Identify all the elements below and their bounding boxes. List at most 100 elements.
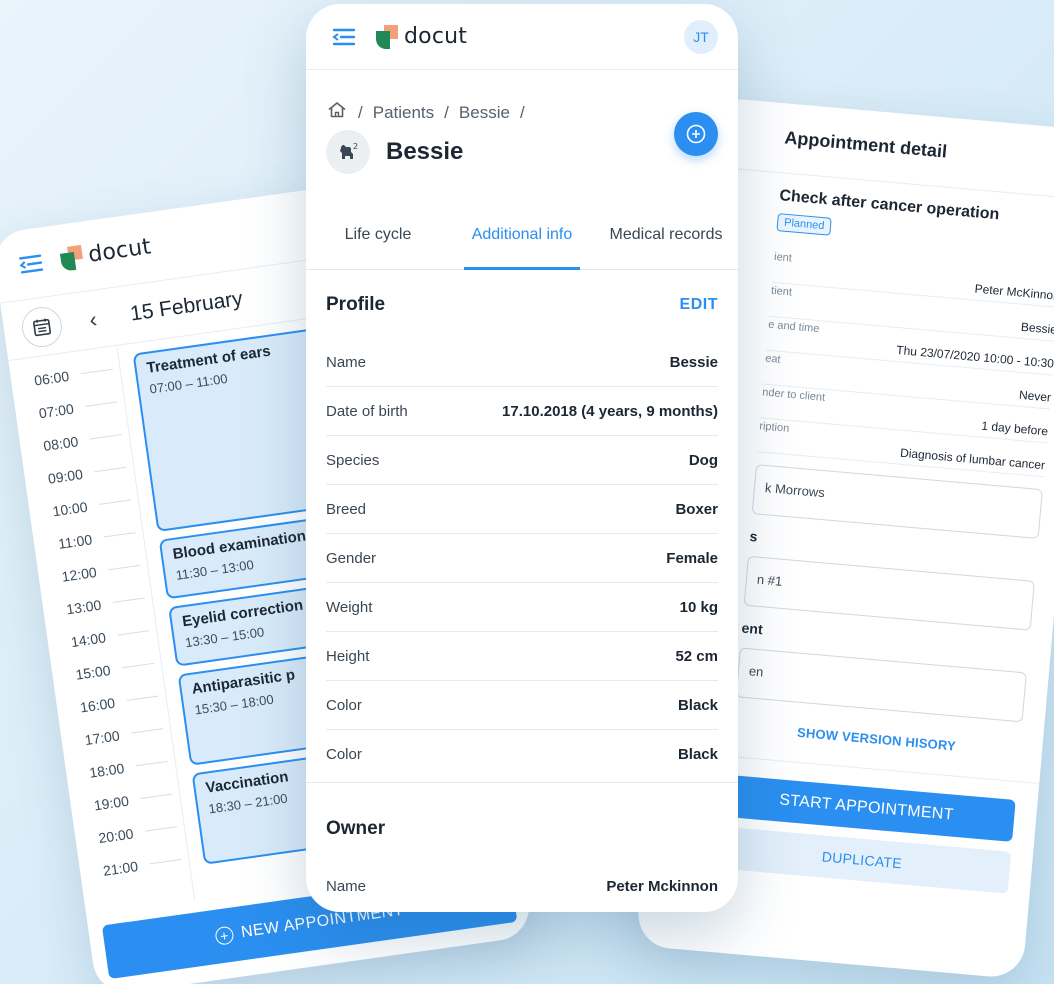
owner-section: Owner Name Peter Mckinnon — [326, 796, 718, 911]
profile-key: Color — [326, 746, 362, 763]
time-label: 10:00 — [51, 498, 89, 519]
divider — [306, 782, 738, 783]
calendar-button[interactable] — [19, 304, 65, 350]
profile-value: 52 cm — [675, 647, 718, 665]
logo: docut — [376, 24, 467, 49]
owner-row: Name Peter Mckinnon — [326, 862, 718, 911]
tab-bar: Life cycle Additional info Medical recor… — [306, 200, 738, 270]
show-version-history-link[interactable]: SHOW VERSION HISORY — [732, 719, 1020, 759]
profile-key: Name — [326, 353, 367, 371]
menu-icon[interactable] — [330, 23, 358, 51]
profile-value: Dog — [688, 451, 718, 469]
time-tick — [126, 695, 159, 701]
time-label: 14:00 — [69, 628, 107, 650]
profile-row: Gender Female — [326, 534, 718, 583]
breadcrumb-patients[interactable]: Patients — [373, 103, 434, 123]
calendar-icon — [32, 318, 51, 336]
time-label: 19:00 — [92, 792, 130, 813]
profile-value: Black — [677, 746, 718, 763]
time-label: 06:00 — [33, 367, 71, 389]
home-icon[interactable] — [326, 99, 348, 126]
page-title: Bessie — [386, 138, 464, 165]
add-button[interactable] — [674, 112, 718, 156]
add-circle-icon — [686, 124, 706, 144]
time-label: 13:00 — [65, 596, 103, 617]
time-label: 09:00 — [46, 465, 84, 487]
appointment-details: ient Peter McKinnon tient Bessie e and time T… — [757, 248, 1054, 478]
profile-key: Species — [326, 451, 380, 469]
time-label: 16:00 — [79, 694, 116, 715]
profile-rows: Name Bessie Date of birth 17.10.2018 (4 yea… — [326, 338, 718, 779]
time-tick — [149, 858, 182, 865]
time-tick — [108, 564, 141, 571]
add-circle-icon: + — [214, 925, 235, 946]
profile-row: Species Dog — [326, 436, 718, 485]
user-avatar[interactable]: JT — [684, 19, 718, 54]
logo-text: docut — [86, 234, 153, 268]
profile-key: Height — [326, 647, 370, 665]
logo-text: docut — [404, 24, 468, 49]
chevron-left-icon[interactable]: ‹ — [88, 306, 99, 333]
logo-mark-icon — [59, 244, 84, 272]
profile-value: Bessie — [669, 353, 718, 371]
time-tick — [122, 662, 154, 669]
patient-header: docut JT — [306, 4, 738, 70]
time-label: 21:00 — [102, 857, 139, 879]
profile-section: Profile EDIT Name Bessie Date of birth 17.1… — [326, 272, 718, 779]
edit-button[interactable]: EDIT — [680, 296, 718, 314]
appointment-field-3[interactable]: en — [735, 647, 1027, 723]
status-badge: Planned — [776, 213, 833, 236]
profile-row: Height 52 cm — [326, 632, 718, 681]
tab-life-cycle[interactable]: Life cycle — [306, 200, 450, 269]
detail-value: Diagnosis of lumbar cancer — [899, 445, 1046, 473]
time-tick — [112, 597, 145, 603]
detail-label: e and time — [767, 318, 820, 336]
breadcrumb-separator: / — [358, 102, 363, 122]
profile-value: Female — [666, 549, 718, 567]
patient-heading: 2 Bessie — [326, 130, 463, 174]
time-label: 17:00 — [83, 726, 121, 748]
time-label: 11:00 — [57, 530, 94, 552]
profile-key: Breed — [326, 500, 367, 518]
time-label: 15:00 — [74, 661, 112, 683]
time-label: 20:00 — [97, 824, 135, 846]
profile-row: Weight 10 kg — [326, 583, 718, 632]
menu-icon[interactable] — [15, 248, 47, 280]
tab-medical-records[interactable]: Medical records — [594, 200, 738, 269]
time-label: 18:00 — [88, 759, 126, 781]
profile-key: Weight — [326, 598, 373, 616]
time-tick — [131, 728, 164, 734]
breadcrumb-bessie[interactable]: Bessie — [459, 103, 510, 123]
profile-key: Gender — [326, 549, 377, 567]
profile-row: Date of birth 17.10.2018 (4 years, 9 mont… — [326, 387, 718, 436]
profile-header: Profile EDIT — [326, 272, 718, 338]
patient-phone: docut JT / Patients / Bessie / 2 Bessie … — [306, 4, 738, 912]
logo: docut — [59, 234, 153, 272]
appointment-field-2[interactable]: n #1 — [743, 555, 1035, 631]
date-title: 15 February — [128, 286, 245, 326]
breadcrumb-separator: / — [444, 102, 449, 122]
profile-key: Date of birth — [326, 402, 408, 420]
detail-value: Bessie — [1020, 319, 1054, 337]
time-tick — [135, 760, 168, 767]
time-tick — [99, 499, 131, 505]
pet-icon: 2 — [326, 130, 370, 174]
profile-key: Color — [326, 696, 362, 714]
tab-additional-info[interactable]: Additional info — [450, 200, 594, 270]
profile-row: Color Black — [326, 730, 718, 779]
owner-rows: Name Peter Mckinnon — [326, 862, 718, 911]
time-label: 12:00 — [60, 563, 98, 585]
profile-row: Name Bessie — [326, 338, 718, 387]
svg-text:2: 2 — [353, 142, 358, 151]
profile-value: Boxer — [675, 500, 718, 518]
time-label: 08:00 — [42, 432, 80, 454]
detail-label: ient — [773, 250, 793, 265]
time-label: 07:00 — [37, 400, 75, 421]
profile-row: Breed Boxer — [326, 485, 718, 534]
time-tick — [103, 532, 136, 538]
owner-title: Owner — [326, 818, 386, 839]
time-tick — [80, 368, 113, 375]
detail-label: nder to client — [761, 386, 826, 404]
profile-value: 10 kg — [679, 598, 718, 616]
appointment-field-1[interactable]: k Morrows — [751, 464, 1043, 540]
